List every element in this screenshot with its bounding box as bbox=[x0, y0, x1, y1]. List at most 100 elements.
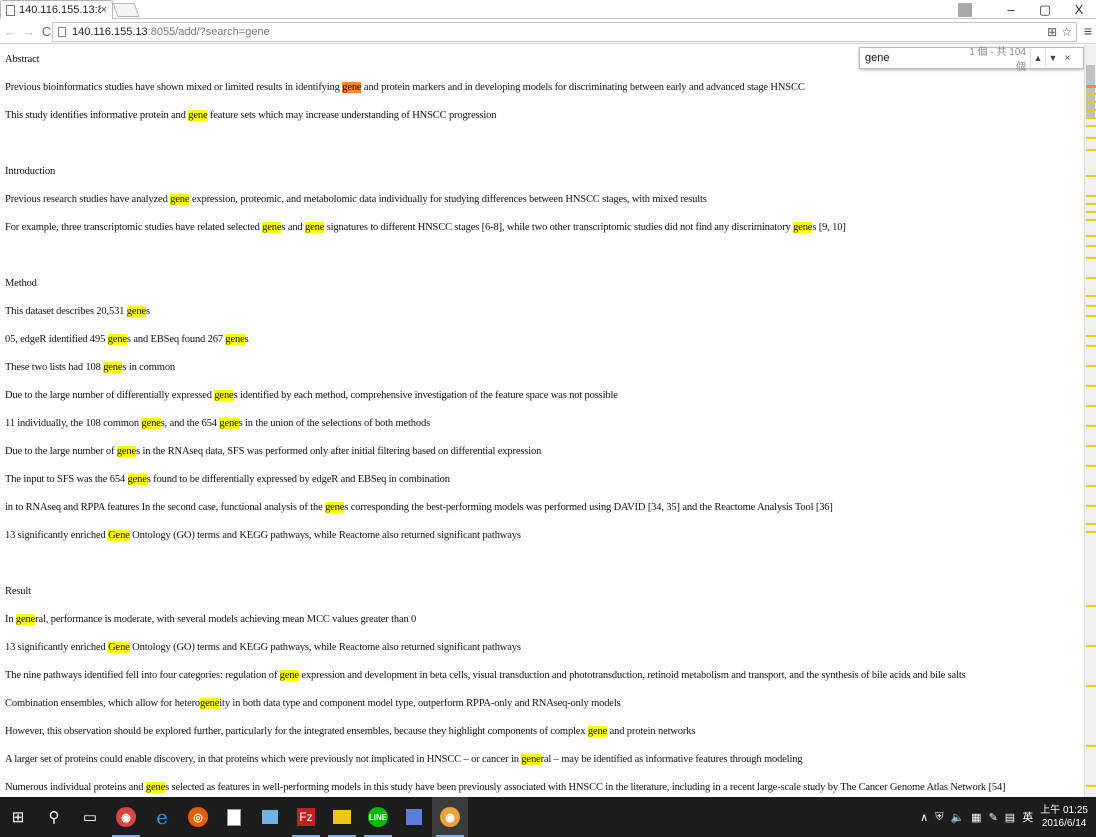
text-line: In general, performance is moderate, wit… bbox=[5, 614, 416, 625]
search-icon[interactable]: ⚲ bbox=[36, 797, 72, 837]
page-info-icon[interactable] bbox=[58, 27, 66, 37]
clock[interactable]: 上午 01:25 2016/6/14 bbox=[1040, 804, 1088, 830]
scrollbar-match-tick bbox=[1086, 195, 1096, 197]
match-highlight: gene bbox=[188, 110, 208, 121]
scrollbar-match-tick bbox=[1086, 485, 1096, 487]
text-span: The nine pathways identified fell into f… bbox=[5, 670, 280, 681]
text-line: Combination ensembles, which allow for h… bbox=[5, 698, 621, 709]
system-tray: ∧ ⛨ 🔈 ▦ ✎ ▤ 英 上午 01:25 2016/6/14 bbox=[920, 797, 1096, 837]
match-highlight: gene bbox=[15, 614, 36, 625]
text-line: However, this observation should be expl… bbox=[5, 726, 695, 737]
chrome-icon[interactable]: ◉ bbox=[108, 797, 144, 837]
text-span: s in the RNAseq data, SFS was performed … bbox=[136, 446, 542, 457]
scrollbar-match-tick bbox=[1086, 211, 1096, 213]
scrollbar-match-tick bbox=[1086, 235, 1096, 237]
match-highlight: gene bbox=[587, 726, 608, 737]
text-line: 13 significantly enriched Gene Ontology … bbox=[5, 642, 521, 653]
find-next-button[interactable]: ▼ bbox=[1045, 49, 1060, 67]
text-span: Due to the large number of differentiall… bbox=[5, 390, 215, 401]
scrollbar-match-tick bbox=[1086, 745, 1096, 747]
text-line: This study identifies informative protei… bbox=[5, 110, 496, 121]
vertical-scrollbar[interactable] bbox=[1084, 45, 1096, 797]
network-icon[interactable]: ▦ bbox=[971, 811, 981, 824]
text-span: 13 significantly enriched bbox=[5, 642, 109, 653]
text-span: s selected as features in well-performin… bbox=[165, 782, 1006, 793]
text-line: in to RNAseq and RPPA features In the se… bbox=[5, 502, 833, 513]
text-span: This dataset describes 20,531 bbox=[5, 306, 127, 317]
close-window-button[interactable]: X bbox=[1062, 2, 1096, 17]
new-tab-button[interactable] bbox=[112, 3, 140, 17]
forward-icon[interactable]: → bbox=[21, 24, 36, 39]
start-icon[interactable]: ⊞ bbox=[0, 797, 36, 837]
scrollbar-match-tick bbox=[1086, 125, 1096, 127]
scrollbar-match-tick bbox=[1086, 365, 1096, 367]
maximize-button[interactable]: ▢ bbox=[1028, 2, 1062, 18]
scrollbar-match-tick bbox=[1086, 219, 1096, 221]
bookmark-star-icon[interactable]: ☆ bbox=[1061, 25, 1072, 39]
security-icon[interactable]: ⛨ bbox=[935, 811, 943, 824]
match-highlight: gene bbox=[103, 362, 123, 373]
text-span: s bbox=[244, 334, 249, 345]
match-highlight: gene bbox=[107, 334, 127, 345]
text-span: Previous bioinformatics studies have sho… bbox=[5, 82, 343, 93]
text-span: s bbox=[146, 306, 150, 317]
scrollbar-match-tick bbox=[1086, 465, 1096, 467]
edge-icon[interactable]: e bbox=[144, 797, 180, 837]
text-span: However, this observation should be expl… bbox=[5, 726, 588, 737]
notification-icon[interactable]: ▤ bbox=[1005, 811, 1015, 824]
user-profile-icon[interactable] bbox=[958, 2, 972, 17]
scrollbar-match-tick bbox=[1086, 785, 1096, 787]
match-highlight: gene bbox=[325, 502, 345, 513]
tab-close-icon[interactable]: × bbox=[101, 4, 107, 16]
scrollbar-match-tick bbox=[1086, 85, 1096, 88]
browser-menu-icon[interactable]: ≡ bbox=[1084, 23, 1092, 39]
notepad-icon[interactable] bbox=[216, 797, 252, 837]
text-span: expression and development in beta cells… bbox=[298, 670, 966, 681]
file-explorer-icon[interactable] bbox=[324, 797, 360, 837]
network-app-icon[interactable] bbox=[396, 797, 432, 837]
text-line: Due to the large number of differentiall… bbox=[5, 390, 618, 401]
clock-time: 上午 01:25 bbox=[1040, 805, 1088, 816]
task-view-icon[interactable]: ▭ bbox=[72, 797, 108, 837]
text-span: Combination ensembles, which allow for h… bbox=[5, 698, 201, 709]
find-input[interactable]: gene bbox=[860, 52, 960, 64]
text-line: 13 significantly enriched Gene Ontology … bbox=[5, 530, 521, 541]
filezilla-icon[interactable]: Fz bbox=[288, 797, 324, 837]
translate-icon[interactable]: ⊞ bbox=[1047, 25, 1057, 39]
text-span: and protein markers and in developing mo… bbox=[361, 82, 805, 93]
match-highlight: gene bbox=[219, 418, 239, 429]
ime-indicator[interactable]: 英 bbox=[1022, 809, 1033, 825]
text-span: These two lists had 108 bbox=[5, 362, 104, 373]
match-highlight: gene bbox=[116, 446, 137, 457]
show-hidden-icons[interactable]: ∧ bbox=[920, 811, 928, 824]
line-icon[interactable]: LINE bbox=[360, 797, 396, 837]
browser-tab[interactable]: 140.116.155.13:805 × bbox=[0, 0, 113, 19]
match-highlight: gene bbox=[141, 418, 161, 429]
chrome-window-icon[interactable]: ◉ bbox=[432, 797, 468, 837]
firefox-icon[interactable]: ◎ bbox=[180, 797, 216, 837]
scrollbar-match-tick bbox=[1086, 257, 1096, 259]
minimize-button[interactable]: – bbox=[994, 2, 1028, 17]
scrollbar-match-tick bbox=[1086, 425, 1096, 427]
pen-icon[interactable]: ✎ bbox=[989, 811, 998, 824]
text-span: Numerous individual proteins and bbox=[5, 782, 146, 793]
scrollbar-match-tick bbox=[1086, 149, 1096, 151]
browser-toolbar: ← → C 140.116.155.13 :8055/add/?search=g… bbox=[0, 20, 1096, 44]
scrollbar-match-tick bbox=[1086, 685, 1096, 687]
match-highlight: gene bbox=[305, 222, 325, 233]
back-icon[interactable]: ← bbox=[3, 24, 18, 39]
volume-icon[interactable]: 🔈 bbox=[950, 811, 964, 824]
scrollbar-match-tick bbox=[1086, 315, 1096, 317]
scrollbar-match-tick bbox=[1086, 531, 1096, 533]
current-match-highlight: gene bbox=[342, 82, 362, 93]
match-highlight: gene bbox=[279, 670, 299, 681]
find-close-button[interactable]: × bbox=[1060, 53, 1075, 64]
find-prev-button[interactable]: ▲ bbox=[1030, 49, 1045, 67]
text-span: signatures to different HNSCC stages [6-… bbox=[324, 222, 794, 233]
scrollbar-match-tick bbox=[1086, 93, 1096, 95]
text-span: Abstract bbox=[5, 54, 40, 65]
match-highlight: gene bbox=[262, 222, 282, 233]
address-bar-actions: ⊞ ☆ bbox=[1047, 25, 1072, 39]
app-icon[interactable] bbox=[252, 797, 288, 837]
address-bar[interactable]: 140.116.155.13 :8055/add/?search=gene ⊞ … bbox=[52, 22, 1077, 42]
